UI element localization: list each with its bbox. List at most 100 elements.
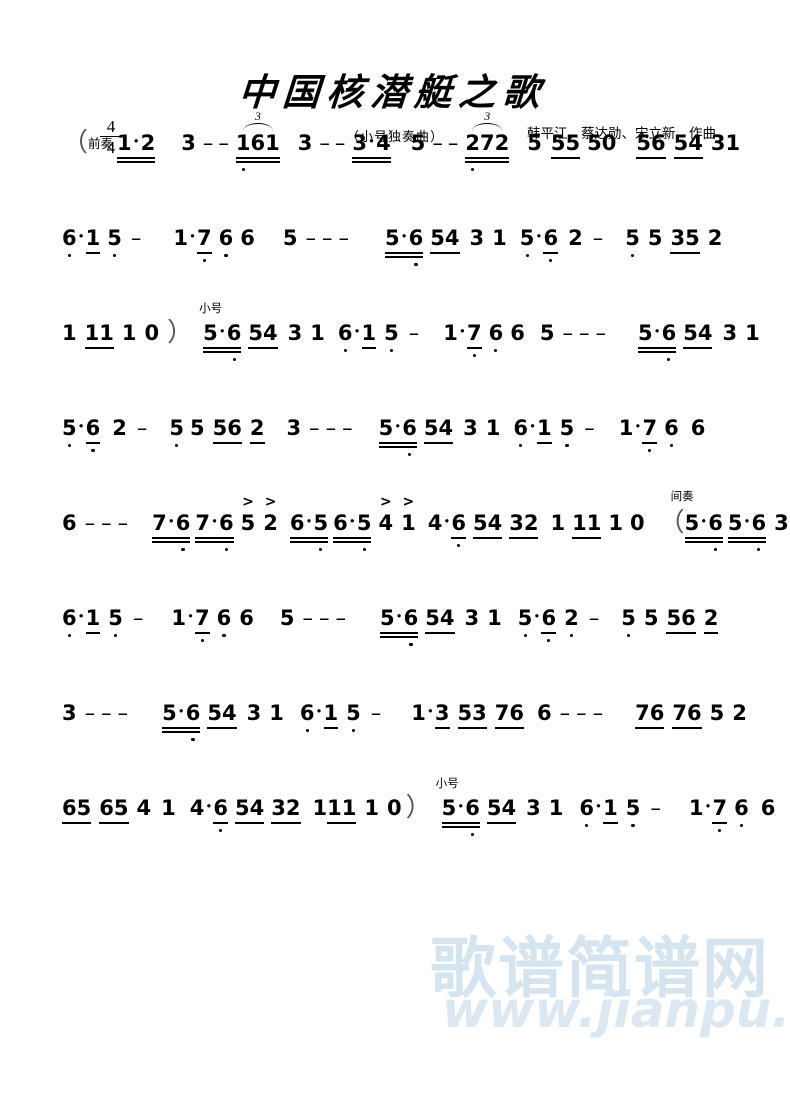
note: 5 xyxy=(527,131,542,155)
note: 6 xyxy=(513,416,529,447)
note-group: 54 xyxy=(472,510,503,539)
note: 4 xyxy=(697,321,713,345)
note: 1 xyxy=(618,416,634,440)
note: 5 xyxy=(472,511,488,535)
note: 2 xyxy=(465,131,480,171)
sustain-dash: – xyxy=(101,511,112,535)
measure: 6 · 1 5 – xyxy=(62,224,142,257)
note: 4 xyxy=(222,701,237,725)
note: 5 xyxy=(636,131,651,155)
measure: 5 – – – xyxy=(280,605,370,649)
note: 6 xyxy=(465,796,480,836)
measure: 65 65 4 1 xyxy=(62,795,180,839)
note: 5 xyxy=(539,321,555,345)
note: 7 xyxy=(635,701,650,725)
measure: 5 · 6 54 31 xyxy=(637,319,778,364)
note: 6 xyxy=(760,796,776,820)
note: 2 xyxy=(263,510,278,536)
note: 6 xyxy=(690,416,706,440)
note: 2 xyxy=(285,796,301,820)
section-label-interlude: 间奏 xyxy=(670,489,694,503)
measure: 5 · 6 54 31 xyxy=(378,414,504,459)
note: 5 xyxy=(423,416,439,440)
note: 0 xyxy=(629,511,645,535)
measure: 76 76 5 2 xyxy=(635,700,751,744)
note: 7 xyxy=(466,321,482,357)
note-group: 1 xyxy=(85,225,100,254)
note: 5 xyxy=(587,131,602,155)
note: 1 xyxy=(443,321,458,345)
measure: 4 · 6 54 32 xyxy=(427,509,539,547)
sustain-dash: – xyxy=(202,131,214,155)
note: 3 xyxy=(287,321,303,345)
note: 5 xyxy=(666,606,682,630)
note-group: 5 · 6 xyxy=(203,319,242,361)
note: 5 xyxy=(625,796,641,827)
note-group: 54 xyxy=(425,605,455,634)
note: 0 xyxy=(601,131,617,155)
note: 6 xyxy=(213,796,229,832)
sustain-dash: – xyxy=(576,701,587,725)
note: 4 xyxy=(249,796,265,820)
site-watermark: 歌谱简谱网 www.jianpu.cn xyxy=(430,915,790,1075)
note-group: 1 · 2 xyxy=(117,129,156,163)
open-paren: （ xyxy=(62,128,89,157)
sustain-dash: – xyxy=(370,701,382,725)
note: 7 xyxy=(152,511,167,535)
note: 5 xyxy=(625,226,640,257)
note: 6 xyxy=(650,131,666,155)
measure: 间奏 （ 5·6 5·6 3 1 xyxy=(659,490,790,554)
measure: 5 · 6 2 – xyxy=(62,414,148,452)
note-group: 54 xyxy=(248,320,278,349)
note: 1 xyxy=(171,606,187,630)
note-group: 5 · 6 xyxy=(162,699,201,741)
note: 7 xyxy=(479,131,495,155)
note: 6 xyxy=(510,321,525,345)
note: 5 xyxy=(356,511,372,551)
note-group: 11 xyxy=(84,320,115,349)
note: 5 xyxy=(380,606,395,630)
note: 6 xyxy=(239,606,254,630)
note-group: 32 xyxy=(509,510,539,539)
note-group: 1 xyxy=(603,795,618,824)
measure: 5 – – 3 272 xyxy=(411,110,518,174)
note-group: 1 xyxy=(323,700,338,729)
note: 6 xyxy=(579,796,595,827)
note-group: 5 · 6 xyxy=(378,414,418,456)
note: 1 xyxy=(550,511,566,535)
note-group: 1 xyxy=(537,415,552,444)
note: 3 xyxy=(464,606,480,630)
measure: 5 5 35 2 xyxy=(625,225,725,269)
sustain-dash: – xyxy=(432,131,443,155)
measure: 小号 5 · 6 54 31 xyxy=(436,777,570,839)
note: 4 xyxy=(439,606,455,630)
triplet-group: 3 272 xyxy=(465,110,509,171)
note: 1 xyxy=(608,511,623,535)
note-group: 7 xyxy=(466,320,482,357)
note-group: 7 · 6 xyxy=(152,509,191,551)
note-group: 7 · 6 xyxy=(195,509,234,551)
note: 5 xyxy=(517,606,533,637)
note: 4 xyxy=(376,131,391,155)
note: 5 xyxy=(683,321,698,345)
note: 5 xyxy=(643,606,659,630)
note: 5 xyxy=(346,701,361,732)
note: 1 xyxy=(84,321,100,345)
note: 2 xyxy=(568,226,583,250)
note: 4 xyxy=(487,511,503,535)
measure: 5 · 6 2 – xyxy=(519,224,604,262)
note: 5 xyxy=(212,416,228,440)
note: 6 xyxy=(299,701,315,732)
note-group: 3 · 4 xyxy=(352,129,391,163)
note: 3 xyxy=(286,416,302,440)
note: 3 xyxy=(526,796,541,820)
sustain-dash: – xyxy=(447,131,459,155)
note: 6 xyxy=(681,606,696,630)
note: 6 xyxy=(402,416,417,456)
measure: 6·5 6·5 4 1 xyxy=(289,509,418,554)
sustain-dash: – xyxy=(136,416,148,440)
note: 2 xyxy=(707,226,723,250)
note: 1 xyxy=(121,321,137,345)
note: 6 xyxy=(250,131,266,155)
note: 2 xyxy=(703,606,719,630)
